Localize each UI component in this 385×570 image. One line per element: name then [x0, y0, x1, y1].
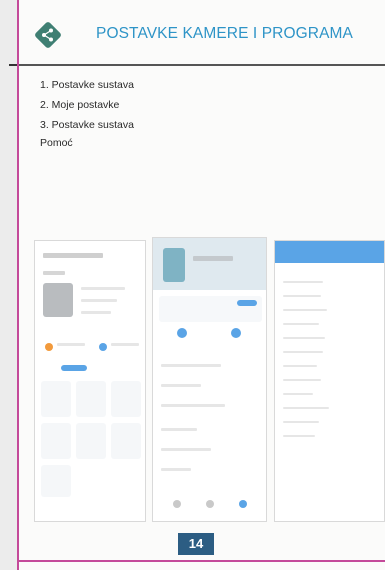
info-line: [81, 299, 117, 302]
tab-message-icon: [206, 500, 214, 508]
menu-row: [161, 364, 221, 367]
screenshot-my-settings: [152, 237, 267, 522]
page-number-badge: 14: [178, 533, 214, 555]
left-gutter: [0, 0, 17, 570]
tab-me-icon: [239, 500, 247, 508]
album-icon: [177, 328, 187, 338]
info-line: [57, 343, 85, 346]
screen-header-bar: [43, 253, 103, 258]
door-illustration: [163, 248, 185, 282]
faq-row: [283, 379, 321, 381]
info-line: [81, 311, 111, 314]
notification-icon: [99, 343, 107, 351]
share-tile: [111, 423, 141, 459]
bottom-border-rule: [17, 560, 385, 562]
help-icon: [231, 328, 241, 338]
list-item-my-settings: 2. Moje postavke: [40, 99, 120, 111]
faq-row: [283, 281, 323, 283]
gutter-mark: [9, 64, 17, 66]
menu-row: [161, 468, 191, 471]
faq-row: [283, 295, 321, 297]
list-item-system-settings: 1. Postavke sustava: [40, 79, 134, 91]
account-name-bar: [193, 256, 233, 261]
device-name-bar: [43, 271, 65, 275]
help-header-bar: [275, 241, 384, 263]
share-logo-icon: [35, 22, 61, 48]
camera-thumbnail: [43, 283, 73, 317]
settings-list: 1. Postavke sustava 2. Moje postavke 3. …: [40, 75, 134, 151]
faq-row: [283, 421, 319, 423]
device-settings-tile: [41, 381, 71, 417]
menu-row: [161, 404, 225, 407]
action-pill: [61, 365, 87, 371]
screenshot-help: [274, 240, 385, 522]
list-item-help: Pomoć: [40, 137, 73, 149]
faq-row: [283, 393, 313, 395]
monitoring-tile: [111, 381, 141, 417]
screenshot-system-settings: [34, 240, 146, 522]
tab-home-icon: [173, 500, 181, 508]
list-item-system-settings-2: 3. Postavke sustava: [40, 119, 134, 131]
cloud-button: [237, 300, 257, 306]
ai-service-tile: [41, 423, 71, 459]
faq-row: [283, 365, 317, 367]
menu-row: [161, 428, 197, 431]
faq-row: [283, 309, 327, 311]
manual-page: POSTAVKE KAMERE I PROGRAMA 1. Postavke s…: [0, 0, 385, 570]
faq-row: [283, 435, 315, 437]
faq-row: [283, 337, 325, 339]
menu-row: [161, 448, 211, 451]
faq-row: [283, 323, 319, 325]
tf-record-tile: [76, 423, 106, 459]
left-border-rule: [17, 0, 19, 570]
faq-row: [283, 407, 329, 409]
info-line: [81, 287, 125, 290]
cloud-storage-icon: [45, 343, 53, 351]
info-line: [111, 343, 139, 346]
menu-row: [161, 384, 201, 387]
help-tile: [41, 465, 71, 497]
header-divider: [19, 64, 385, 66]
faq-row: [283, 351, 323, 353]
device-health-tile: [76, 381, 106, 417]
page-title: POSTAVKE KAMERE I PROGRAMA: [96, 25, 353, 42]
